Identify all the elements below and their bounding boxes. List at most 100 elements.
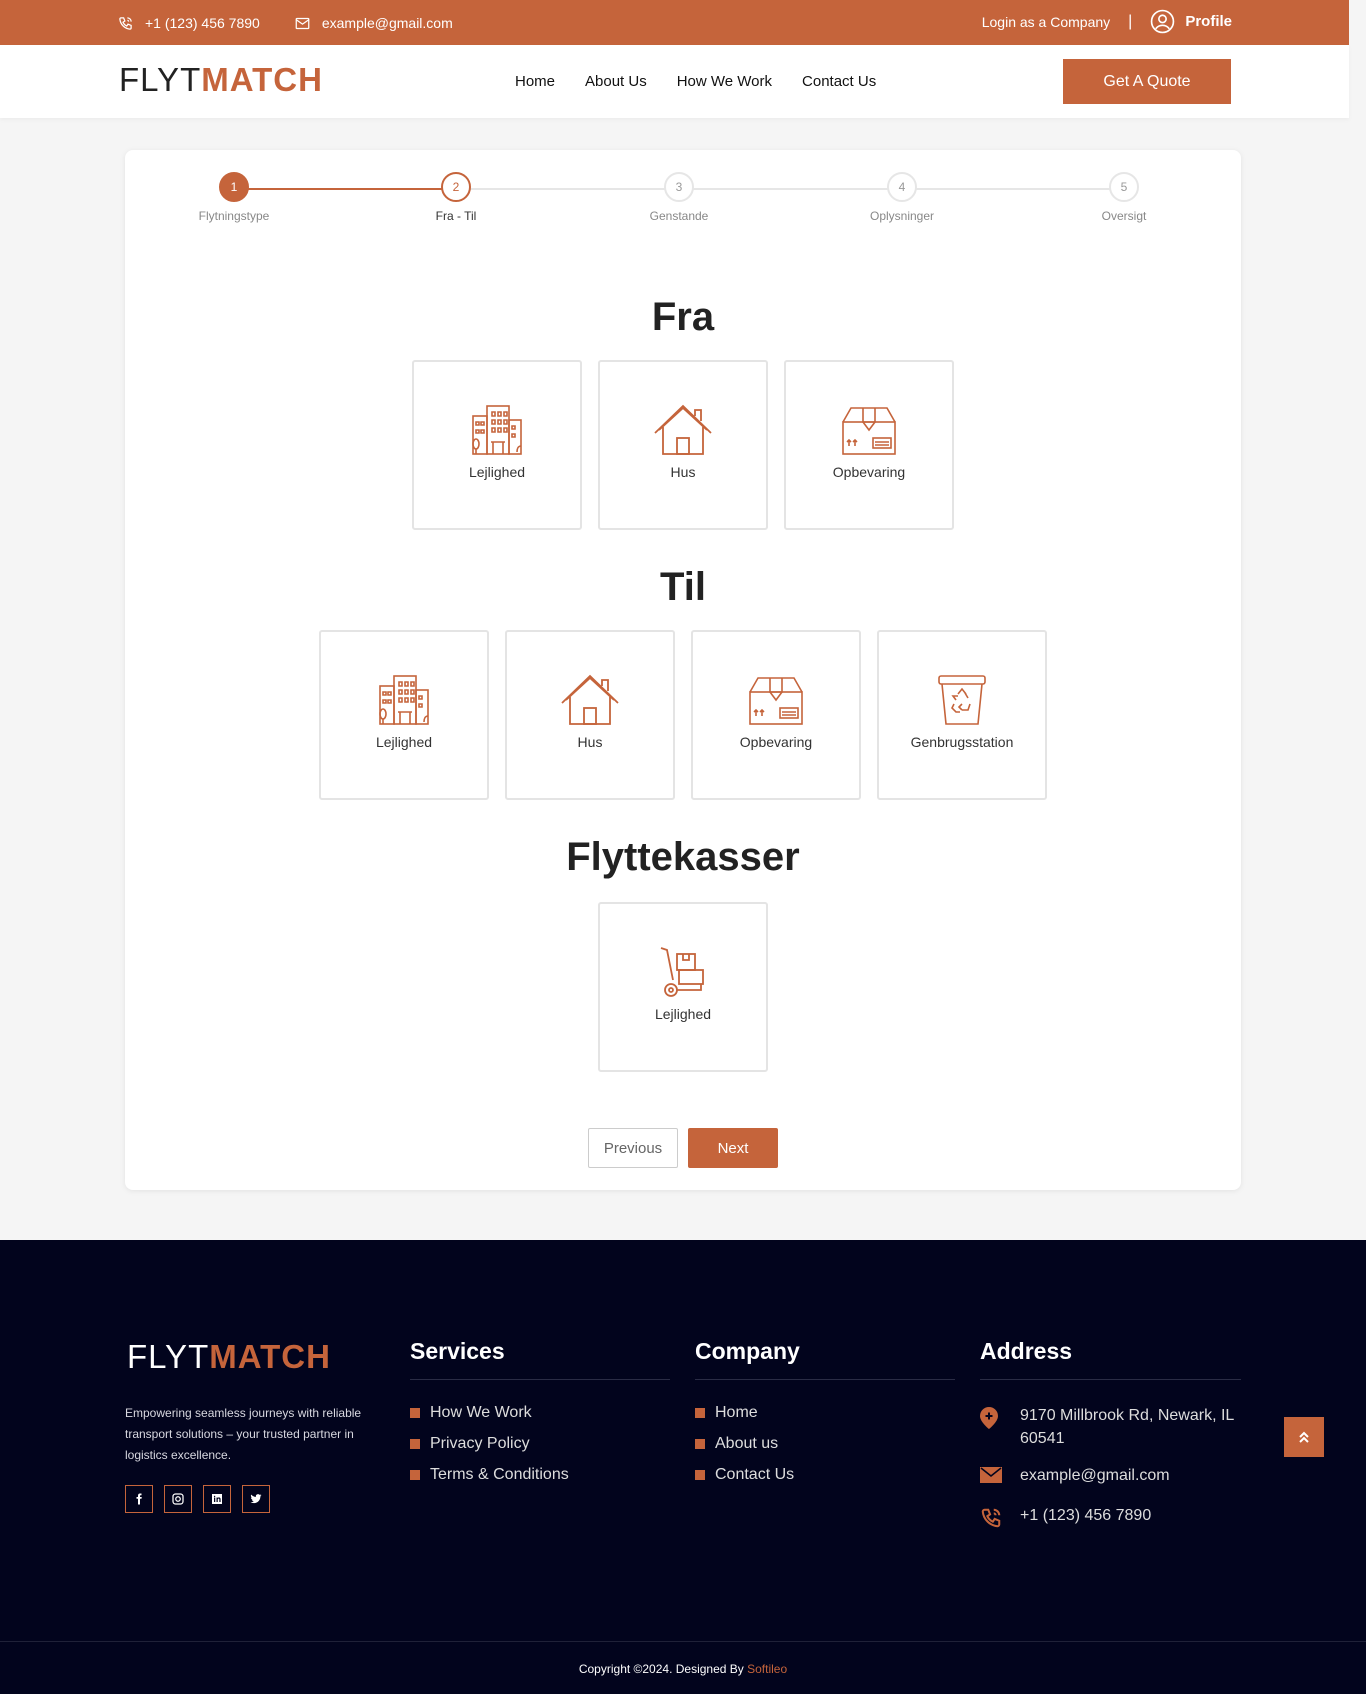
footer-company: Company Home About us Contact Us bbox=[695, 1338, 955, 1497]
fra-option-hus[interactable]: Hus bbox=[598, 360, 768, 530]
option-label: Lejlighed bbox=[375, 734, 433, 750]
location-pin-icon bbox=[980, 1407, 998, 1429]
section-title-fra: Fra bbox=[651, 295, 715, 339]
copyright-text: Copyright ©2024. Designed By bbox=[578, 1662, 748, 1676]
flyttekasser-option-lejlighed[interactable]: Lejlighed bbox=[598, 902, 768, 1072]
til-option-lejlighed[interactable]: Lejlighed bbox=[319, 630, 489, 800]
nav-how-we-work[interactable]: How We Work bbox=[677, 73, 772, 90]
bullet-icon bbox=[695, 1439, 705, 1449]
address-email[interactable]: example@gmail.com bbox=[980, 1464, 1241, 1490]
apartment-building-icon bbox=[379, 675, 429, 725]
top-phone[interactable]: +1 (123) 456 7890 bbox=[118, 15, 260, 31]
house-icon bbox=[561, 674, 619, 725]
linkedin-icon bbox=[212, 1494, 222, 1504]
option-label: Hus bbox=[577, 734, 603, 750]
til-options: Lejlighed Hus Opbevaring Genbrugsstation bbox=[125, 630, 1241, 800]
nav-contact-us[interactable]: Contact Us bbox=[802, 73, 876, 90]
logo-match: MATCH bbox=[209, 1338, 331, 1375]
previous-button[interactable]: Previous bbox=[588, 1128, 678, 1168]
footer-about: Empowering seamless journeys with reliab… bbox=[125, 1406, 362, 1462]
link-label: About us bbox=[715, 1435, 779, 1452]
email-text: example@gmail.com bbox=[1020, 1467, 1170, 1484]
login-company-link[interactable]: Login as a Company bbox=[982, 14, 1110, 30]
company-link-home[interactable]: Home bbox=[695, 1404, 955, 1422]
step-connector-rest bbox=[456, 188, 1124, 190]
site-footer: FLYT MATCH Empowering seamless journeys w… bbox=[0, 1240, 1366, 1694]
address-phone[interactable]: +1 (123) 456 7890 bbox=[980, 1504, 1241, 1536]
option-label: Opbevaring bbox=[832, 464, 906, 480]
site-logo[interactable]: FLYT MATCH bbox=[119, 61, 323, 99]
step-label: Oplysninger bbox=[869, 209, 935, 223]
company-title: Company bbox=[695, 1338, 955, 1380]
step-1[interactable]: 1 Flytningstype bbox=[174, 172, 294, 223]
logo-flyt: FLYT bbox=[119, 61, 202, 98]
section-title-til: Til bbox=[660, 565, 706, 609]
link-label: How We Work bbox=[430, 1404, 532, 1421]
fra-option-lejlighed[interactable]: Lejlighed bbox=[412, 360, 582, 530]
booking-card: 1 Flytningstype 2 Fra - Til 3 Genstande … bbox=[125, 150, 1241, 1190]
wizard-buttons: Previous Next bbox=[125, 1128, 1241, 1168]
scroll-to-top-button[interactable] bbox=[1284, 1417, 1324, 1457]
footer-address: Address 9170 Millbrook Rd, Newark, IL 60… bbox=[980, 1338, 1241, 1550]
flyttekasser-options: Lejlighed bbox=[125, 902, 1241, 1072]
link-label: Contact Us bbox=[715, 1466, 795, 1483]
top-email[interactable]: example@gmail.com bbox=[295, 15, 453, 31]
section-title-flyttekasser: Flyttekasser bbox=[566, 835, 800, 879]
double-chevron-up-icon bbox=[1299, 1431, 1309, 1443]
instagram-link[interactable] bbox=[164, 1485, 192, 1513]
profile-link[interactable]: Profile bbox=[1150, 9, 1232, 34]
step-2[interactable]: 2 Fra - Til bbox=[396, 172, 516, 223]
storage-box-icon bbox=[842, 407, 896, 455]
twitter-icon bbox=[250, 1494, 262, 1504]
til-option-hus[interactable]: Hus bbox=[505, 630, 675, 800]
phone-icon bbox=[981, 1508, 1001, 1528]
services-link-how-we-work[interactable]: How We Work bbox=[410, 1404, 670, 1422]
get-quote-button[interactable]: Get A Quote bbox=[1063, 59, 1231, 104]
facebook-icon bbox=[136, 1493, 142, 1505]
user-circle-icon bbox=[1151, 9, 1175, 34]
twitter-link[interactable] bbox=[242, 1485, 270, 1513]
step-number: 5 bbox=[1109, 172, 1139, 202]
step-number: 3 bbox=[664, 172, 694, 202]
step-number: 2 bbox=[441, 172, 471, 202]
step-number: 1 bbox=[219, 172, 249, 202]
address-title: Address bbox=[980, 1338, 1241, 1380]
company-link-about-us[interactable]: About us bbox=[695, 1435, 955, 1453]
step-number: 4 bbox=[887, 172, 917, 202]
mail-icon bbox=[980, 1467, 1002, 1483]
next-button[interactable]: Next bbox=[688, 1128, 778, 1168]
footer-logo[interactable]: FLYT MATCH bbox=[127, 1338, 331, 1376]
step-label: Genstande bbox=[649, 209, 709, 223]
facebook-link[interactable] bbox=[125, 1485, 153, 1513]
til-option-genbrugsstation[interactable]: Genbrugsstation bbox=[877, 630, 1047, 800]
profile-label: Profile bbox=[1185, 13, 1232, 30]
link-label: Privacy Policy bbox=[430, 1435, 530, 1452]
services-link-terms[interactable]: Terms & Conditions bbox=[410, 1466, 670, 1484]
step-4[interactable]: 4 Oplysninger bbox=[842, 172, 962, 223]
step-3[interactable]: 3 Genstande bbox=[619, 172, 739, 223]
storage-box-icon bbox=[749, 677, 803, 725]
link-label: Home bbox=[715, 1404, 758, 1421]
designer-link[interactable]: Softileo bbox=[747, 1662, 787, 1676]
bullet-icon bbox=[695, 1470, 705, 1480]
company-link-contact-us[interactable]: Contact Us bbox=[695, 1466, 955, 1484]
services-link-privacy-policy[interactable]: Privacy Policy bbox=[410, 1435, 670, 1453]
instagram-icon bbox=[172, 1493, 184, 1505]
linkedin-link[interactable] bbox=[203, 1485, 231, 1513]
logo-flyt: FLYT bbox=[127, 1338, 210, 1375]
til-option-opbevaring[interactable]: Opbevaring bbox=[691, 630, 861, 800]
step-label: Oversigt bbox=[1101, 209, 1147, 223]
recycle-bin-icon bbox=[938, 675, 986, 725]
step-5[interactable]: 5 Oversigt bbox=[1064, 172, 1184, 223]
top-email-text: example@gmail.com bbox=[321, 15, 453, 31]
nav-about-us[interactable]: About Us bbox=[585, 73, 647, 90]
mail-icon bbox=[295, 17, 310, 29]
phone-text: +1 (123) 456 7890 bbox=[1020, 1507, 1152, 1524]
option-label: Lejlighed bbox=[654, 1006, 712, 1022]
nav-home[interactable]: Home bbox=[515, 73, 555, 90]
option-label: Hus bbox=[670, 464, 696, 480]
top-account: Login as a Company | Profile bbox=[982, 9, 1232, 34]
fra-option-opbevaring[interactable]: Opbevaring bbox=[784, 360, 954, 530]
footer-services: Services How We Work Privacy Policy Term… bbox=[410, 1338, 670, 1497]
bullet-icon bbox=[410, 1408, 420, 1418]
